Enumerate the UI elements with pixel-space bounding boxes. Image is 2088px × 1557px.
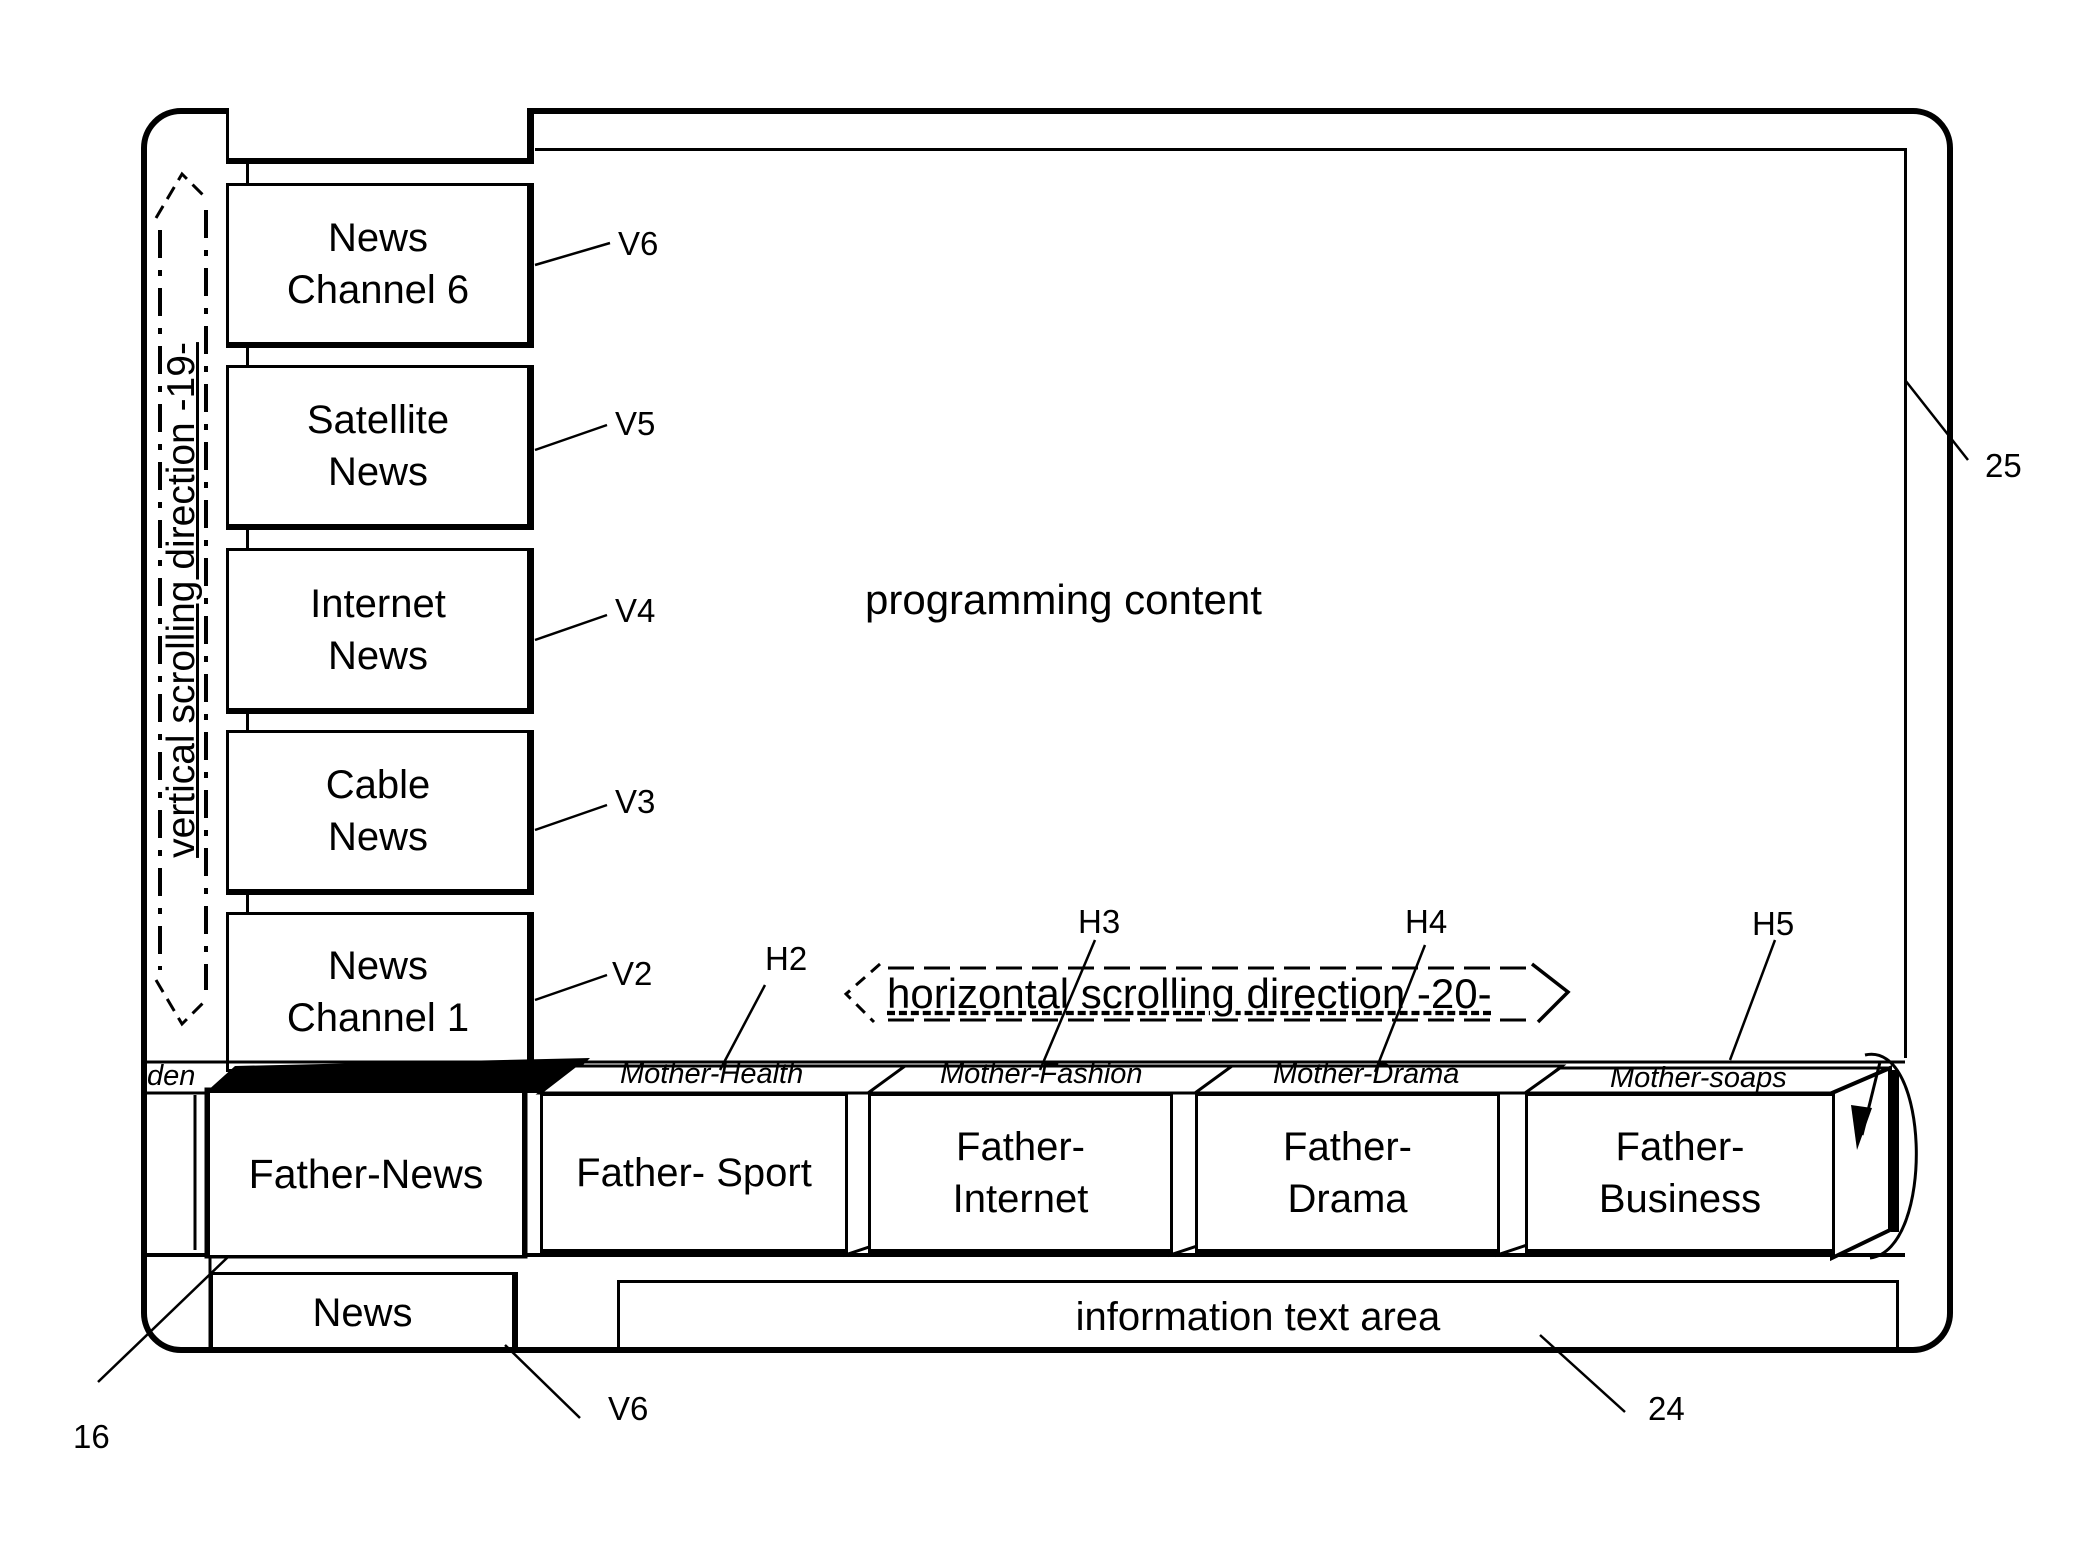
horizontal-item-father-business[interactable]: Father- Business: [1525, 1093, 1835, 1255]
information-text-area: information text area: [617, 1280, 1899, 1352]
ref-h4: H4: [1405, 903, 1448, 940]
mother-soaps-label[interactable]: Mother-soaps: [1610, 1062, 1787, 1095]
item-label: Father-: [956, 1124, 1085, 1169]
item-label: Internet: [952, 1176, 1089, 1221]
partial-item-label: den: [147, 1060, 196, 1092]
mother-fashion-label[interactable]: Mother-Fashion: [940, 1058, 1143, 1091]
mother-drama-label[interactable]: Mother-Drama: [1273, 1058, 1459, 1091]
category-box[interactable]: News: [210, 1272, 518, 1352]
item-label: Father- Sport: [576, 1150, 812, 1195]
item-label: Business: [1598, 1176, 1762, 1221]
ref-v4: V4: [615, 592, 656, 629]
ref-h2: H2: [765, 940, 808, 977]
ref-v2: V2: [612, 955, 653, 992]
ref-v3: V3: [615, 783, 656, 820]
horizontal-item-father-sport[interactable]: Father- Sport: [540, 1093, 848, 1255]
item-label: Drama: [1287, 1176, 1408, 1221]
ref-h3: H3: [1078, 903, 1121, 940]
item-label: Father-: [1283, 1124, 1412, 1169]
ref-v5: V5: [615, 405, 656, 442]
ref-25: 25: [1985, 447, 2022, 484]
ref-24: 24: [1648, 1390, 1685, 1427]
ref-v6-bottom: V6: [608, 1390, 649, 1427]
mother-health-label[interactable]: Mother-Health: [620, 1058, 803, 1091]
horizontal-item-father-internet[interactable]: Father- Internet: [868, 1093, 1173, 1255]
horizontal-item-father-drama[interactable]: Father- Drama: [1195, 1093, 1500, 1255]
item-label: Father-: [1615, 1124, 1745, 1169]
ref-v6: V6: [618, 225, 659, 262]
item-label: Father-News: [248, 1151, 484, 1197]
ref-h5: H5: [1752, 905, 1795, 942]
ref-16: 16: [73, 1418, 110, 1455]
horizontal-item-father-news-selected[interactable]: Father-News: [210, 1093, 522, 1255]
